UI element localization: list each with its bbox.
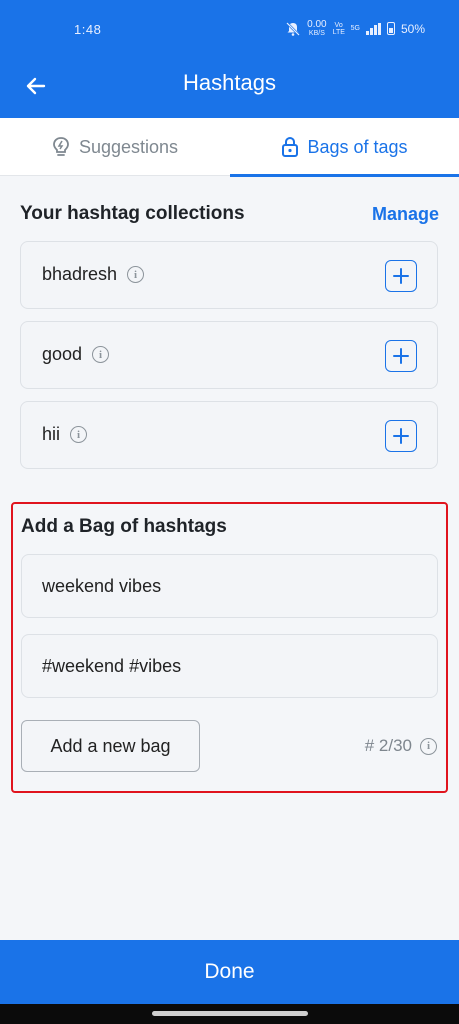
plus-icon <box>393 268 409 284</box>
info-icon[interactable]: i <box>127 266 145 283</box>
add-collection-button[interactable] <box>385 340 417 372</box>
tab-suggestions[interactable]: Suggestions <box>0 118 229 176</box>
bag-tags-field[interactable] <box>21 634 438 698</box>
battery-level: 50% <box>400 21 425 36</box>
add-bag-heading: Add a Bag of hashtags <box>21 516 227 537</box>
home-indicator[interactable] <box>152 1011 308 1016</box>
done-button[interactable]: Done <box>0 940 459 1004</box>
status-icons: 0.00 KB/S Vo LTE 5G 50% <box>285 20 425 37</box>
bag-name-input[interactable] <box>42 555 422 617</box>
system-nav-bar <box>0 1004 459 1024</box>
plus-icon <box>393 348 409 364</box>
battery-icon <box>386 22 395 35</box>
tab-bags-of-tags[interactable]: Bags of tags <box>230 118 459 177</box>
bag-tags-input[interactable] <box>42 635 422 697</box>
tab-suggestions-label: Suggestions <box>78 136 179 157</box>
net-speed: 0.00 KB/S <box>307 19 327 38</box>
collection-card[interactable]: good i <box>20 321 438 389</box>
status-bar: 1:48 0.00 KB/S Vo LTE 5G 50% <box>0 0 459 58</box>
info-icon[interactable]: i <box>70 426 88 443</box>
collection-name: good <box>42 344 83 364</box>
tab-bar: Suggestions Bags of tags <box>0 118 459 177</box>
signal-icon <box>365 22 381 35</box>
page-title: Hashtags <box>183 70 276 95</box>
collections-header: Your hashtag collections Manage <box>20 200 439 228</box>
info-icon[interactable]: i <box>92 346 110 363</box>
app-bar: Hashtags <box>0 58 459 118</box>
bag-counter: # 2/30 i <box>365 736 437 756</box>
collection-name: bhadresh <box>42 264 118 284</box>
tab-bags-label: Bags of tags <box>307 136 408 157</box>
add-new-bag-button[interactable]: Add a new bag <box>21 720 200 772</box>
network-type: 5G <box>350 25 360 32</box>
lightbulb-icon <box>53 137 69 156</box>
collections-heading: Your hashtag collections <box>20 203 245 224</box>
bag-name-field[interactable] <box>21 554 438 618</box>
add-collection-button[interactable] <box>385 420 417 452</box>
collection-card[interactable]: hii i <box>20 401 438 469</box>
volte-badge: Vo LTE <box>332 21 345 36</box>
status-time: 1:48 <box>74 22 102 37</box>
manage-link[interactable]: Manage <box>372 204 439 225</box>
bell-off-icon <box>286 21 301 36</box>
info-icon[interactable]: i <box>420 737 437 755</box>
collection-name: hii <box>42 424 61 444</box>
plus-icon <box>393 428 409 444</box>
add-collection-button[interactable] <box>385 260 417 292</box>
collection-card[interactable]: bhadresh i <box>20 241 438 309</box>
lock-icon <box>282 136 299 157</box>
bag-count: # 2/30 <box>364 736 412 755</box>
